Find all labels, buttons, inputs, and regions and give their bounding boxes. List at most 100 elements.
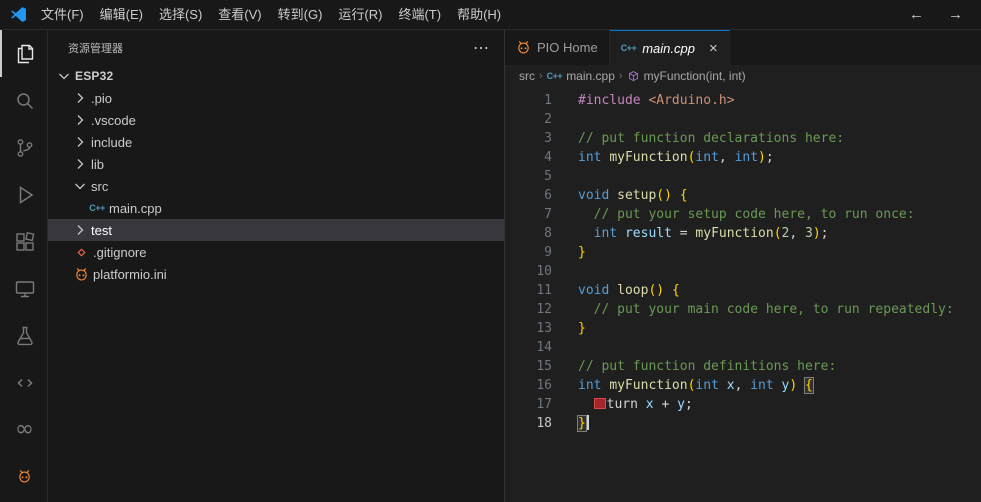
code-editor[interactable]: 1#include <Arduino.h>23// put function d… bbox=[505, 87, 981, 502]
tree-item-label: .pio bbox=[91, 91, 112, 106]
code-line-12[interactable]: 12 // put your main code here, to run re… bbox=[505, 300, 981, 319]
token: int bbox=[750, 378, 773, 393]
search-icon[interactable] bbox=[0, 77, 47, 124]
line-number[interactable]: 7 bbox=[505, 205, 552, 224]
line-number[interactable]: 13 bbox=[505, 319, 552, 338]
line-number[interactable]: 17 bbox=[505, 395, 552, 414]
token: int bbox=[578, 378, 601, 393]
tree-item--pio[interactable]: .pio bbox=[48, 87, 504, 109]
menu-item-0[interactable]: 文件(F) bbox=[33, 0, 92, 30]
code-line-14[interactable]: 14 bbox=[505, 338, 981, 357]
menu-item-5[interactable]: 运行(R) bbox=[330, 0, 390, 30]
more-actions-icon[interactable]: ⋯ bbox=[473, 38, 490, 58]
menu-item-1[interactable]: 编辑(E) bbox=[92, 0, 151, 30]
token: } bbox=[578, 416, 586, 431]
chevron-down-icon bbox=[56, 68, 72, 84]
code-line-9[interactable]: 9} bbox=[505, 243, 981, 262]
line-content: } bbox=[552, 243, 586, 262]
token: int bbox=[594, 226, 617, 241]
breadcrumb-item-2[interactable]: myFunction(int, int) bbox=[627, 69, 746, 83]
token: // put function definitions here: bbox=[578, 359, 836, 374]
line-number[interactable]: 18 bbox=[505, 414, 552, 433]
chevron-right-icon bbox=[72, 222, 88, 238]
infinity-icon[interactable]: ∞ bbox=[0, 406, 47, 453]
run-debug-icon[interactable] bbox=[0, 171, 47, 218]
menu-item-3[interactable]: 查看(V) bbox=[210, 0, 269, 30]
line-number[interactable]: 10 bbox=[505, 262, 552, 281]
extensions-icon[interactable] bbox=[0, 218, 47, 265]
platformio-icon[interactable] bbox=[0, 453, 47, 500]
tree-item-src[interactable]: src bbox=[48, 175, 504, 197]
code-line-15[interactable]: 15 // put function definitions here: bbox=[505, 357, 981, 376]
menu-item-6[interactable]: 终端(T) bbox=[390, 0, 449, 30]
line-number[interactable]: 6 bbox=[505, 186, 552, 205]
token: void bbox=[578, 283, 609, 298]
close-icon[interactable]: × bbox=[709, 41, 718, 56]
line-number[interactable]: 5 bbox=[505, 167, 552, 186]
tab-main-cpp[interactable]: C++main.cpp× bbox=[610, 30, 730, 65]
tree-item-lib[interactable]: lib bbox=[48, 153, 504, 175]
test-flask-icon[interactable] bbox=[0, 312, 47, 359]
token bbox=[609, 188, 617, 203]
breadcrumb-item-0[interactable]: src bbox=[519, 69, 535, 83]
tree-item-platformio-ini[interactable]: platformio.ini bbox=[48, 263, 504, 285]
line-content: // put your main code here, to run repea… bbox=[552, 300, 954, 319]
line-number[interactable]: 2 bbox=[505, 110, 552, 129]
nav-back-icon[interactable]: ← bbox=[909, 6, 924, 23]
code-line-6[interactable]: 6void setup() { bbox=[505, 186, 981, 205]
platformio-icon bbox=[516, 40, 531, 55]
token: y bbox=[677, 397, 685, 412]
line-number[interactable]: 11 bbox=[505, 281, 552, 300]
code-line-13[interactable]: 13} bbox=[505, 319, 981, 338]
line-number[interactable]: 15 bbox=[505, 357, 552, 376]
line-number[interactable]: 16 bbox=[505, 376, 552, 395]
titlebar: 文件(F)编辑(E)选择(S)查看(V)转到(G)运行(R)终端(T)帮助(H)… bbox=[0, 0, 981, 30]
tree-item-esp32[interactable]: ESP32 bbox=[48, 65, 504, 87]
code-line-18[interactable]: 18} bbox=[505, 414, 981, 433]
menu-item-4[interactable]: 转到(G) bbox=[270, 0, 331, 30]
tree-item-main-cpp[interactable]: C++main.cpp bbox=[48, 197, 504, 219]
token bbox=[578, 302, 594, 317]
line-number[interactable]: 1 bbox=[505, 91, 552, 110]
code-line-8[interactable]: 8 int result = myFunction(2, 3); bbox=[505, 224, 981, 243]
code-line-17[interactable]: 17 turn x + y; bbox=[505, 395, 981, 414]
token bbox=[578, 226, 594, 241]
nav-forward-icon[interactable]: → bbox=[948, 6, 963, 23]
menu-item-2[interactable]: 选择(S) bbox=[151, 0, 210, 30]
line-content bbox=[552, 338, 578, 357]
line-number[interactable]: 14 bbox=[505, 338, 552, 357]
token bbox=[797, 378, 805, 393]
code-icon[interactable] bbox=[0, 359, 47, 406]
breadcrumb-item-1[interactable]: C++main.cpp bbox=[547, 69, 615, 83]
code-line-2[interactable]: 2 bbox=[505, 110, 981, 129]
code-line-11[interactable]: 11void loop() { bbox=[505, 281, 981, 300]
token: result bbox=[625, 226, 672, 241]
line-number[interactable]: 4 bbox=[505, 148, 552, 167]
code-line-5[interactable]: 5 bbox=[505, 167, 981, 186]
menubar: 文件(F)编辑(E)选择(S)查看(V)转到(G)运行(R)终端(T)帮助(H) bbox=[33, 0, 509, 30]
line-content: int myFunction(int x, int y) { bbox=[552, 376, 813, 395]
tree-item--gitignore[interactable]: .gitignore bbox=[48, 241, 504, 263]
tab-pio-home[interactable]: PIO Home bbox=[505, 30, 610, 65]
tree-item--vscode[interactable]: .vscode bbox=[48, 109, 504, 131]
code-line-3[interactable]: 3// put function declarations here: bbox=[505, 129, 981, 148]
source-control-icon[interactable] bbox=[0, 124, 47, 171]
code-line-16[interactable]: 16int myFunction(int x, int y) { bbox=[505, 376, 981, 395]
files-icon[interactable] bbox=[0, 30, 47, 77]
line-number[interactable]: 9 bbox=[505, 243, 552, 262]
cpp-icon: C++ bbox=[88, 203, 106, 213]
line-number[interactable]: 12 bbox=[505, 300, 552, 319]
menu-item-7[interactable]: 帮助(H) bbox=[449, 0, 509, 30]
code-line-7[interactable]: 7 // put your setup code here, to run on… bbox=[505, 205, 981, 224]
line-content bbox=[552, 167, 578, 186]
token bbox=[672, 188, 680, 203]
code-line-4[interactable]: 4int myFunction(int, int); bbox=[505, 148, 981, 167]
code-line-1[interactable]: 1#include <Arduino.h> bbox=[505, 91, 981, 110]
tree-item-test[interactable]: test bbox=[48, 219, 504, 241]
token: setup bbox=[617, 188, 656, 203]
tree-item-include[interactable]: include bbox=[48, 131, 504, 153]
line-number[interactable]: 3 bbox=[505, 129, 552, 148]
line-number[interactable]: 8 bbox=[505, 224, 552, 243]
code-line-10[interactable]: 10 bbox=[505, 262, 981, 281]
remote-explorer-icon[interactable] bbox=[0, 265, 47, 312]
